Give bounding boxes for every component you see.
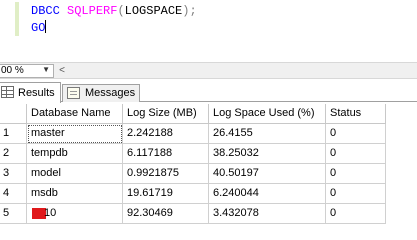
cell-log-space-used[interactable]: 38.25032 bbox=[209, 144, 326, 164]
code-line-1[interactable]: DBCC SQLPERF(LOGSPACE); bbox=[31, 4, 197, 18]
results-grid[interactable]: Database Name Log Size (MB) Log Space Us… bbox=[0, 104, 417, 236]
row-number[interactable]: 2 bbox=[0, 144, 27, 164]
cell-log-size[interactable]: 0.9921875 bbox=[123, 164, 209, 184]
column-header-log-space-used[interactable]: Log Space Used (%) bbox=[209, 104, 326, 124]
cell-status[interactable]: 0 bbox=[326, 144, 386, 164]
cell-status[interactable]: 0 bbox=[326, 164, 386, 184]
zoom-value: 00 % bbox=[1, 65, 24, 76]
cell-log-size[interactable]: 2.242188 bbox=[123, 124, 209, 144]
tab-messages-label: Messages bbox=[85, 87, 136, 99]
table-row[interactable]: 4 msdb 19.61719 6.240044 0 bbox=[0, 184, 417, 204]
cell-log-space-used[interactable]: 40.50197 bbox=[209, 164, 326, 184]
row-number[interactable]: 1 bbox=[0, 124, 27, 144]
editor-status-bar: 00 % ▼ < bbox=[0, 62, 417, 79]
close-paren-semicolon: ); bbox=[182, 4, 197, 18]
sqlperf-function: SQLPERF bbox=[67, 4, 118, 18]
code-line-2[interactable]: GO bbox=[31, 20, 47, 35]
tab-results[interactable]: Results bbox=[0, 82, 61, 103]
grid-icon bbox=[1, 86, 14, 98]
open-paren: ( bbox=[117, 4, 125, 18]
column-header-database-name[interactable]: Database Name bbox=[27, 104, 123, 124]
cell-log-size[interactable]: 92.30469 bbox=[123, 204, 209, 224]
text-caret bbox=[45, 20, 47, 33]
cell-database-name[interactable]: 10 bbox=[27, 204, 123, 224]
column-header-log-size[interactable]: Log Size (MB) bbox=[123, 104, 209, 124]
column-header-status[interactable]: Status bbox=[326, 104, 386, 124]
logspace-argument: LOGSPACE bbox=[124, 4, 183, 18]
messages-icon bbox=[67, 87, 80, 99]
cell-log-space-used[interactable]: 3.432078 bbox=[209, 204, 326, 224]
cell-log-size[interactable]: 19.61719 bbox=[123, 184, 209, 204]
row-number-header[interactable] bbox=[0, 104, 27, 124]
change-tracking-bar bbox=[15, 2, 19, 36]
cell-status[interactable]: 0 bbox=[326, 124, 386, 144]
cell-log-space-used[interactable]: 6.240044 bbox=[209, 184, 326, 204]
dropdown-arrow-icon: ▼ bbox=[42, 65, 50, 74]
results-tab-strip: Results Messages bbox=[0, 79, 417, 103]
table-row[interactable]: 3 model 0.9921875 40.50197 0 bbox=[0, 164, 417, 184]
cell-status[interactable]: 0 bbox=[326, 184, 386, 204]
grid-header-row: Database Name Log Size (MB) Log Space Us… bbox=[0, 104, 417, 124]
zoom-select[interactable]: 00 % ▼ bbox=[0, 64, 54, 78]
tab-messages[interactable]: Messages bbox=[62, 84, 140, 102]
database-name-visible-suffix: 10 bbox=[44, 207, 57, 219]
cell-status[interactable]: 0 bbox=[326, 204, 386, 224]
cell-log-size[interactable]: 6.117188 bbox=[123, 144, 209, 164]
row-number[interactable]: 4 bbox=[0, 184, 27, 204]
editor-gutter bbox=[0, 0, 26, 62]
row-number[interactable]: 3 bbox=[0, 164, 27, 184]
table-row[interactable]: 1 master 2.242188 26.4155 0 bbox=[0, 124, 417, 144]
cell-database-name[interactable]: tempdb bbox=[27, 144, 123, 164]
cell-log-space-used[interactable]: 26.4155 bbox=[209, 124, 326, 144]
cell-database-name[interactable]: msdb bbox=[27, 184, 123, 204]
row-number[interactable]: 5 bbox=[0, 204, 27, 224]
table-row[interactable]: 2 tempdb 6.117188 38.25032 0 bbox=[0, 144, 417, 164]
tab-results-label: Results bbox=[18, 87, 55, 99]
table-row[interactable]: 5 10 92.30469 3.432078 0 bbox=[0, 204, 417, 224]
cell-database-name[interactable]: model bbox=[27, 164, 123, 184]
cell-database-name[interactable]: master bbox=[27, 124, 123, 144]
sql-editor[interactable]: DBCC SQLPERF(LOGSPACE); GO bbox=[0, 0, 417, 62]
scroll-left-arrow-icon[interactable]: < bbox=[56, 64, 68, 78]
dbcc-keyword: DBCC bbox=[31, 4, 60, 18]
go-keyword: GO bbox=[31, 21, 46, 35]
